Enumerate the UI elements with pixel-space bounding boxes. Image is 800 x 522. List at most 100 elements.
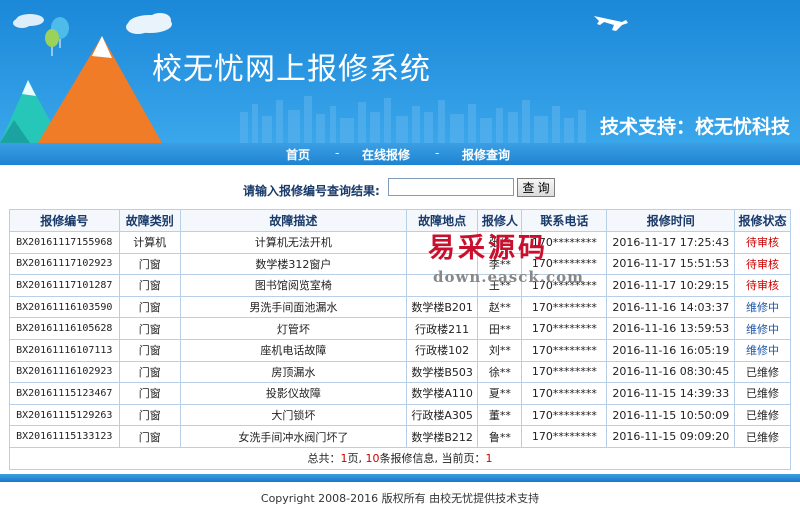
- footer-copyright: Copyright 2008-2016 版权所有 由校无忧提供技术支持: [260, 492, 540, 505]
- phone-cell: 170********: [521, 425, 608, 448]
- total-pages: 1: [340, 452, 348, 466]
- table-row: BX20161117155968 计算机 计算机无法开机 张** 170********…: [9, 231, 791, 254]
- support-text: 技术支持：校无忧科技: [600, 116, 791, 138]
- category-cell: 计算机: [118, 231, 182, 254]
- category-cell: 门窗: [118, 382, 182, 405]
- nav-bar: 首页 - 在线报修 - 报修查询: [0, 143, 800, 165]
- reporter-cell: 夏**: [477, 382, 523, 405]
- description-cell: 图书馆阅览室椅: [180, 274, 407, 297]
- current-page: 1: [485, 452, 493, 466]
- table-row: BX20161117101287 门窗 图书馆阅览室椅 王** 170******** 2…: [9, 274, 791, 297]
- reporter-cell: 赵**: [477, 295, 523, 319]
- description-cell: 数学楼312窗户: [180, 252, 407, 276]
- location-cell: 数学楼B201: [405, 295, 479, 319]
- category-cell: 门窗: [118, 252, 182, 276]
- category-cell: 门窗: [118, 274, 182, 297]
- repair-id-cell: BX20161115123467: [9, 382, 120, 405]
- summary-mid2: 条报修信息, 当前页：: [379, 452, 486, 466]
- time-cell: 2016-11-16 08:30:45: [606, 360, 736, 384]
- nav-repair-query[interactable]: 报修查询: [462, 146, 510, 163]
- time-cell: 2016-11-17 15:51:53: [606, 252, 736, 276]
- watermark-text: 易采源码: [428, 233, 548, 264]
- header-banner: 校无忧网上报修系统 技术支持：校无忧科技: [0, 0, 800, 143]
- summary-cell: 总共：1页, 10条报修信息, 当前页：1: [9, 446, 791, 470]
- status-cell: 已维修: [734, 382, 791, 405]
- status-cell: 已维修: [734, 425, 791, 448]
- column-header: 报修编号: [9, 209, 120, 232]
- repair-id-cell: BX20161115133123: [9, 425, 120, 448]
- repair-id-cell: BX20161116105628: [9, 317, 120, 340]
- description-cell: 投影仪故障: [180, 382, 407, 405]
- repair-id-cell: BX20161116103590: [9, 295, 120, 319]
- nav-online-repair[interactable]: 在线报修: [362, 146, 410, 163]
- repair-id-cell: BX20161117102923: [9, 252, 120, 276]
- summary-mid1: 页,: [347, 452, 366, 466]
- location-cell: 数学楼B212: [405, 425, 479, 448]
- table-row: BX20161117102923 门窗 数学楼312窗户 李** 170********…: [9, 252, 791, 276]
- description-cell: 大门锁坏: [180, 403, 407, 427]
- table-row: BX20161116105628 门窗 灯管坏 行政楼211 田** 170*******…: [9, 317, 791, 340]
- repair-id-cell: BX20161116102923: [9, 360, 120, 384]
- phone-cell: 170********: [521, 295, 608, 319]
- time-cell: 2016-11-15 14:39:33: [606, 382, 736, 405]
- table-row: BX20161116107113 门窗 座机电话故障 行政楼102 刘** 170****…: [9, 338, 791, 362]
- description-cell: 座机电话故障: [180, 338, 407, 362]
- reporter-cell: 董**: [477, 403, 523, 427]
- summary-prefix: 总共：: [307, 452, 341, 466]
- search-input[interactable]: [388, 178, 514, 196]
- table-row: BX20161116102923 门窗 房顶漏水 数学楼B503 徐** 170*****…: [9, 360, 791, 384]
- status-cell: 维修中: [734, 338, 791, 362]
- column-header: 报修时间: [606, 209, 736, 232]
- search-button[interactable]: 查 询: [517, 178, 555, 197]
- repair-id-cell: BX20161117155968: [9, 231, 120, 254]
- reporter-cell: 徐**: [477, 360, 523, 384]
- nav-home[interactable]: 首页: [286, 146, 310, 163]
- status-cell: 待审核: [734, 274, 791, 297]
- time-cell: 2016-11-16 14:03:37: [606, 295, 736, 319]
- reporter-cell: 刘**: [477, 338, 523, 362]
- category-cell: 门窗: [118, 360, 182, 384]
- watermark-url: down.easck.com: [433, 268, 584, 286]
- phone-cell: 170********: [521, 338, 608, 362]
- repair-id-cell: BX20161117101287: [9, 274, 120, 297]
- phone-cell: 170********: [521, 317, 608, 340]
- location-cell: 行政楼102: [405, 338, 479, 362]
- table-header-row: 报修编号 故障类别 故障描述 故障地点 报修人 联系电话 报修时间 报修状态: [9, 209, 791, 232]
- reporter-cell: 田**: [477, 317, 523, 340]
- category-cell: 门窗: [118, 403, 182, 427]
- category-cell: 门窗: [118, 317, 182, 340]
- mountains-icon: [0, 36, 162, 143]
- nav-separator: -: [335, 146, 340, 160]
- cloud-icon: [126, 13, 172, 34]
- site-title: 校无忧网上报修系统: [152, 52, 431, 87]
- category-cell: 门窗: [118, 425, 182, 448]
- total-records: 10: [365, 452, 380, 466]
- table-row: BX20161115129263 门窗 大门锁坏 行政楼A305 董** 170*****…: [9, 403, 791, 427]
- time-cell: 2016-11-15 10:50:09: [606, 403, 736, 427]
- status-cell: 已维修: [734, 360, 791, 384]
- repair-id-cell: BX20161116107113: [9, 338, 120, 362]
- table-row: BX20161116103590 门窗 男洗手间面池漏水 数学楼B201 赵** 170*…: [9, 295, 791, 319]
- phone-cell: 170********: [521, 360, 608, 384]
- time-cell: 2016-11-15 09:09:20: [606, 425, 736, 448]
- search-label: 请输入报修编号查询结果:: [243, 184, 380, 198]
- category-cell: 门窗: [118, 295, 182, 319]
- reporter-cell: 鲁**: [477, 425, 523, 448]
- description-cell: 灯管坏: [180, 317, 407, 340]
- table-row: BX20161115123467 门窗 投影仪故障 数学楼A110 夏** 170****…: [9, 382, 791, 405]
- location-cell: 数学楼B503: [405, 360, 479, 384]
- column-header: 故障类别: [118, 209, 182, 232]
- description-cell: 女洗手间冲水阀门坏了: [180, 425, 407, 448]
- column-header: 故障描述: [180, 209, 407, 232]
- repair-id-cell: BX20161115129263: [9, 403, 120, 427]
- summary-row: 总共：1页, 10条报修信息, 当前页：1: [9, 446, 791, 470]
- status-cell: 维修中: [734, 317, 791, 340]
- time-cell: 2016-11-17 10:29:15: [606, 274, 736, 297]
- footer-bar: [0, 474, 800, 482]
- column-header: 报修状态: [734, 209, 791, 232]
- phone-cell: 170********: [521, 382, 608, 405]
- status-cell: 维修中: [734, 295, 791, 319]
- time-cell: 2016-11-16 13:59:53: [606, 317, 736, 340]
- status-cell: 待审核: [734, 252, 791, 276]
- phone-cell: 170********: [521, 403, 608, 427]
